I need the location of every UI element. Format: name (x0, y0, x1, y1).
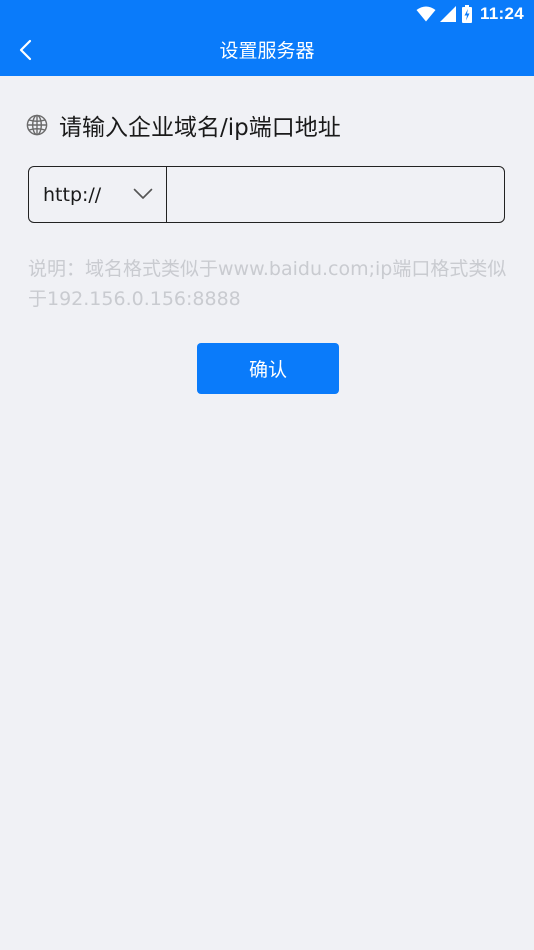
protocol-value: http:// (43, 183, 102, 206)
prompt-label: 请输入企业域名/ip端口地址 (59, 115, 341, 141)
chevron-down-icon (133, 185, 153, 204)
app-bar: 设置服务器 (0, 28, 534, 76)
chevron-left-icon (18, 39, 34, 65)
page-title: 设置服务器 (219, 40, 315, 62)
back-button[interactable] (6, 32, 46, 72)
prompt-row: 请输入企业域名/ip端口地址 (26, 108, 341, 142)
cell-signal-icon (439, 6, 456, 22)
status-time: 11:24 (479, 4, 524, 23)
globe-icon (26, 114, 59, 136)
status-bar: 11:24 (0, 0, 534, 28)
wifi-icon (416, 6, 436, 22)
server-address-input[interactable] (167, 167, 504, 222)
server-url-field: http:// (28, 166, 505, 223)
confirm-button[interactable]: 确认 (197, 343, 339, 394)
format-note: 说明：域名格式类似于www.baidu.com;ip端口格式类似于192.156… (28, 258, 507, 310)
status-icons: 11:24 (416, 4, 524, 24)
battery-charging-icon (461, 5, 472, 23)
protocol-select[interactable]: http:// (29, 167, 167, 222)
